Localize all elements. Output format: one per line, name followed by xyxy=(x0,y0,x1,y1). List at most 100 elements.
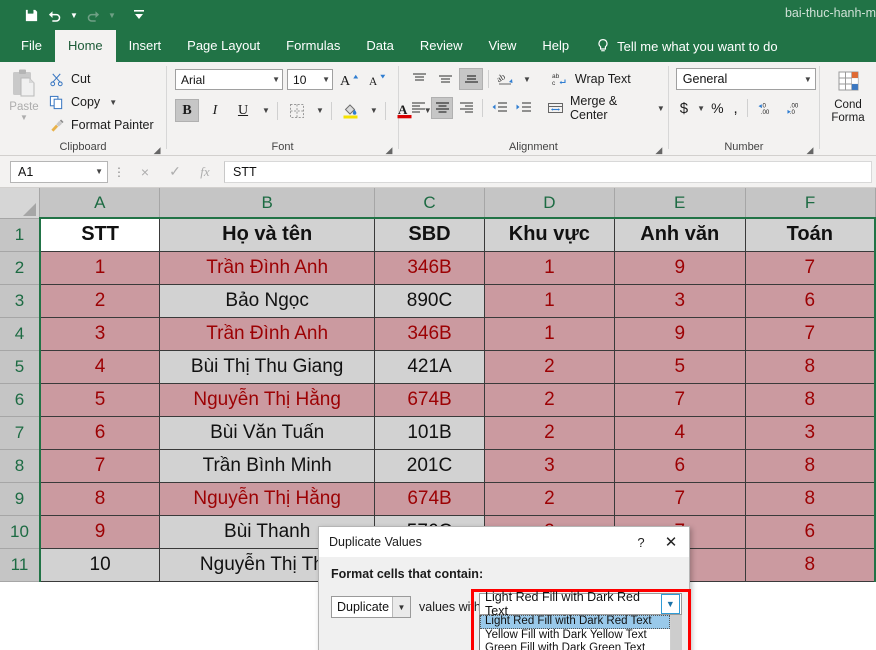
insert-function-icon[interactable]: fx xyxy=(190,161,220,183)
column-header-D[interactable]: D xyxy=(484,188,614,218)
tell-me-box[interactable]: Tell me what you want to do xyxy=(596,30,777,62)
cell-C2[interactable]: 346B xyxy=(375,251,485,284)
column-header-E[interactable]: E xyxy=(614,188,745,218)
cell-D4[interactable]: 1 xyxy=(484,317,614,350)
cell-B8[interactable]: Trần Bình Minh xyxy=(160,449,375,482)
tab-page-layout[interactable]: Page Layout xyxy=(174,30,273,62)
font-size-input[interactable]: 10 ▼ xyxy=(287,69,333,90)
cell-B2[interactable]: Trần Đình Anh xyxy=(160,251,375,284)
row-header-2[interactable]: 2 xyxy=(0,251,40,284)
cell-A8[interactable]: 7 xyxy=(40,449,160,482)
help-icon[interactable]: ? xyxy=(627,529,655,555)
cell-E9[interactable]: 7 xyxy=(614,482,745,515)
cell-E6[interactable]: 7 xyxy=(614,383,745,416)
align-top-icon[interactable] xyxy=(407,68,431,90)
cell-D9[interactable]: 2 xyxy=(484,482,614,515)
cancel-icon[interactable]: × xyxy=(130,161,160,183)
format-painter-button[interactable]: Format Painter xyxy=(48,115,154,135)
tab-home[interactable]: Home xyxy=(55,30,116,62)
cell-D3[interactable]: 1 xyxy=(484,284,614,317)
fill-color-icon[interactable] xyxy=(339,99,363,122)
cell-A9[interactable]: 8 xyxy=(40,482,160,515)
cell-D7[interactable]: 2 xyxy=(484,416,614,449)
cell-A6[interactable]: 5 xyxy=(40,383,160,416)
cell-A2[interactable]: 1 xyxy=(40,251,160,284)
percent-icon[interactable]: % xyxy=(707,97,727,119)
increase-decimal-icon[interactable]: .0.00 xyxy=(753,97,780,119)
borders-icon[interactable] xyxy=(285,99,309,122)
font-name-dropdown-icon[interactable]: ▼ xyxy=(272,75,280,84)
font-name-input[interactable]: Arial ▼ xyxy=(175,69,283,90)
name-box-dropdown-icon[interactable]: ▼ xyxy=(95,167,103,176)
tab-help[interactable]: Help xyxy=(529,30,582,62)
cell-D2[interactable]: 1 xyxy=(484,251,614,284)
font-dialog-launcher[interactable]: ◢ xyxy=(384,145,394,155)
number-dialog-launcher[interactable]: ◢ xyxy=(805,145,815,155)
borders-dropdown-icon[interactable]: ▼ xyxy=(316,106,324,115)
cell-F11[interactable]: 8 xyxy=(745,548,875,581)
align-middle-icon[interactable] xyxy=(433,68,457,90)
cell-A5[interactable]: 4 xyxy=(40,350,160,383)
cell-C8[interactable]: 201C xyxy=(375,449,485,482)
cell-F5[interactable]: 8 xyxy=(745,350,875,383)
column-header-A[interactable]: A xyxy=(40,188,160,218)
cell-C7[interactable]: 101B xyxy=(375,416,485,449)
number-format-dropdown-icon[interactable]: ▼ xyxy=(804,75,812,84)
scrollbar-thumb[interactable] xyxy=(671,615,682,650)
row-header-9[interactable]: 9 xyxy=(0,482,40,515)
select-all-corner[interactable] xyxy=(0,188,40,218)
cell-E5[interactable]: 5 xyxy=(614,350,745,383)
align-bottom-icon[interactable] xyxy=(459,68,483,90)
cell-D8[interactable]: 3 xyxy=(484,449,614,482)
cell-F3[interactable]: 6 xyxy=(745,284,875,317)
cell-F2[interactable]: 7 xyxy=(745,251,875,284)
cell-A3[interactable]: 2 xyxy=(40,284,160,317)
cell-B9[interactable]: Nguyễn Thị Hằng xyxy=(160,482,375,515)
row-header-7[interactable]: 7 xyxy=(0,416,40,449)
cell-E2[interactable]: 9 xyxy=(614,251,745,284)
cell-B3[interactable]: Bảo Ngọc xyxy=(160,284,375,317)
cell-F9[interactable]: 8 xyxy=(745,482,875,515)
tab-view[interactable]: View xyxy=(475,30,529,62)
cell-F6[interactable]: 8 xyxy=(745,383,875,416)
cell-E7[interactable]: 4 xyxy=(614,416,745,449)
column-header-C[interactable]: C xyxy=(375,188,485,218)
orientation-icon[interactable]: ab xyxy=(494,68,518,90)
decrease-font-size-icon[interactable]: A xyxy=(365,68,389,91)
currency-dropdown-icon[interactable]: ▼ xyxy=(697,104,705,113)
format-option-0[interactable]: Light Red Fill with Dark Red Text xyxy=(480,615,670,629)
format-option-1[interactable]: Yellow Fill with Dark Yellow Text xyxy=(480,629,670,643)
cell-D1[interactable]: Khu vực xyxy=(484,218,614,251)
cell-F1[interactable]: Toán xyxy=(745,218,875,251)
clipboard-dialog-launcher[interactable]: ◢ xyxy=(152,145,162,155)
cell-A10[interactable]: 9 xyxy=(40,515,160,548)
cell-D6[interactable]: 2 xyxy=(484,383,614,416)
name-box[interactable]: A1 ▼ xyxy=(10,161,108,183)
cell-A4[interactable]: 3 xyxy=(40,317,160,350)
conditional-formatting-button[interactable]: Cond Forma xyxy=(820,66,876,125)
cell-E8[interactable]: 6 xyxy=(614,449,745,482)
cell-D5[interactable]: 2 xyxy=(484,350,614,383)
redo-icon[interactable] xyxy=(82,4,104,26)
cell-B1[interactable]: Họ và tên xyxy=(160,218,375,251)
condition-dropdown-icon[interactable]: ▼ xyxy=(392,597,410,617)
number-format-input[interactable]: General ▼ xyxy=(676,68,816,90)
save-icon[interactable] xyxy=(20,4,42,26)
align-center-icon[interactable] xyxy=(431,97,453,119)
row-header-1[interactable]: 1 xyxy=(0,218,40,251)
cell-C9[interactable]: 674B xyxy=(375,482,485,515)
cut-button[interactable]: Cut xyxy=(48,69,154,89)
enter-icon[interactable]: ✓ xyxy=(160,161,190,183)
format-dropdown-icon[interactable]: ▼ xyxy=(661,594,680,614)
row-header-6[interactable]: 6 xyxy=(0,383,40,416)
redo-dropdown-icon[interactable]: ▼ xyxy=(106,4,118,26)
italic-button[interactable]: I xyxy=(203,99,227,122)
row-header-8[interactable]: 8 xyxy=(0,449,40,482)
merge-center-dropdown-icon[interactable]: ▼ xyxy=(657,104,665,113)
merge-center-button[interactable]: Merge & Center ▼ xyxy=(544,97,668,119)
align-left-icon[interactable] xyxy=(407,97,429,119)
cell-C6[interactable]: 674B xyxy=(375,383,485,416)
dropdown-scrollbar[interactable] xyxy=(670,615,681,650)
close-icon[interactable]: ✕ xyxy=(655,529,687,555)
cell-F10[interactable]: 6 xyxy=(745,515,875,548)
